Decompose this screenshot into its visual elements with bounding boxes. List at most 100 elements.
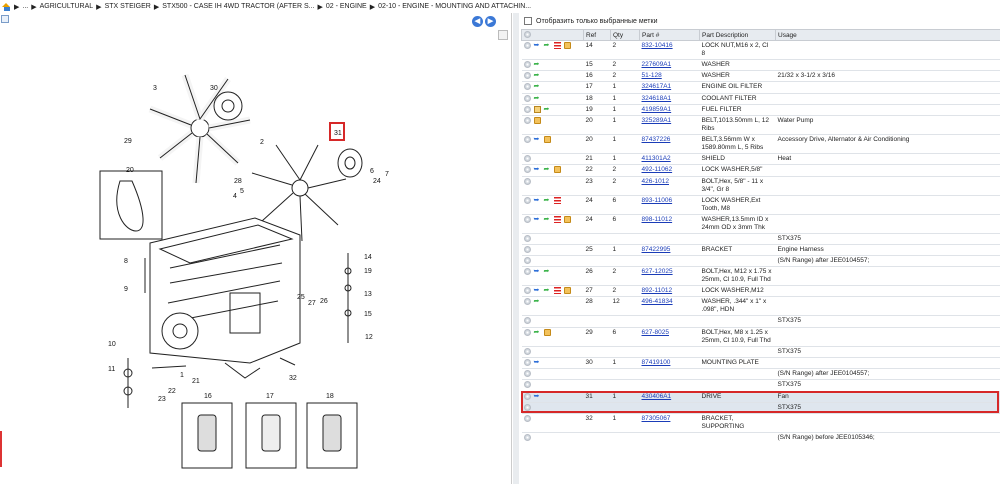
table-row[interactable]: ➥ ➦ 14 2 832-10416 LOCK NUT,M16 x 2, Cl 8 (521, 40, 1000, 60)
row-select-icon[interactable] (523, 94, 531, 102)
row-select-icon[interactable] (523, 245, 531, 253)
part-number-link[interactable]: 496-41834 (642, 298, 673, 305)
part-number-link[interactable]: 627-8025 (642, 329, 669, 336)
part-number-link[interactable]: 324617A1 (642, 83, 672, 90)
filter-checkbox[interactable] (524, 17, 532, 25)
table-row[interactable]: 25 1 87422995 BRACKET Engine Harness (521, 243, 1000, 256)
arrow-icon[interactable]: ➦ (544, 287, 551, 294)
arrow-icon[interactable]: ➦ (544, 166, 551, 173)
table-row[interactable]: ➦ 18 1 324618A1 COOLANT FILTER (521, 92, 1000, 105)
breadcrumb-item-model[interactable]: STX500 - CASE IH 4WD TRACTOR (AFTER S... (162, 3, 314, 10)
table-row[interactable]: 23 2 426-1012 BOLT,Hex, 5/8" - 11 x 3/4", G… (521, 175, 1000, 196)
part-number-link[interactable]: 87419100 (642, 359, 671, 366)
cart-icon[interactable]: ➥ (534, 166, 541, 173)
part-number-link[interactable]: 87422995 (642, 246, 671, 253)
row-select-icon[interactable] (523, 196, 531, 204)
row-select-icon[interactable] (523, 298, 531, 306)
breadcrumb-item[interactable]: ... (22, 3, 28, 10)
callout-31[interactable]: 31 (334, 130, 342, 137)
row-select-icon[interactable] (523, 177, 531, 185)
row-select-icon[interactable] (523, 317, 531, 325)
row-select-icon[interactable] (523, 136, 531, 144)
table-row[interactable]: ➥ 30 1 87419100 MOUNTING PLATE (521, 356, 1000, 369)
breadcrumb-item-engine[interactable]: 02 - ENGINE (326, 3, 367, 10)
table-row[interactable]: ➥ ➦ 24 6 893-11006 LOCK WASHER,Ext Tooth, M8 (521, 194, 1000, 215)
row-select-icon[interactable] (523, 61, 531, 68)
arrow-icon[interactable]: ➦ (544, 197, 551, 204)
col-usage[interactable]: Usage (775, 29, 1000, 41)
table-row[interactable]: 20 1 325289A1 BELT,1013.50mm L, 12 Ribs Wate… (521, 115, 1000, 135)
table-row[interactable]: ➦ 28 12 496-41834 WASHER, .344" x 1" x .098"… (521, 296, 1000, 316)
cart-icon[interactable]: ➥ (534, 136, 541, 143)
part-number-link[interactable]: 832-10416 (642, 42, 673, 49)
row-select-icon[interactable] (523, 268, 531, 276)
arrow-icon[interactable]: ➦ (544, 268, 551, 275)
row-select-icon[interactable] (523, 42, 531, 49)
package-icon[interactable] (533, 117, 541, 125)
part-number-link[interactable]: 892-11012 (642, 287, 673, 294)
row-select-icon[interactable] (523, 256, 531, 264)
arrow-icon[interactable]: ➦ (534, 95, 541, 102)
home-icon[interactable] (2, 2, 11, 11)
list-icon[interactable] (553, 287, 561, 295)
arrow-icon[interactable]: ➦ (544, 216, 551, 223)
part-number-link[interactable]: 87437226 (642, 136, 671, 143)
part-number-link[interactable]: 227609A1 (642, 61, 672, 68)
row-select-icon[interactable] (523, 358, 531, 366)
row-select-icon[interactable] (523, 117, 531, 125)
table-row[interactable]: STX375 (521, 345, 1000, 358)
table-row[interactable]: STX375 (521, 232, 1000, 245)
row-select-icon[interactable] (523, 414, 531, 422)
package-icon[interactable] (563, 215, 571, 223)
table-row[interactable]: ➥ ➦ 24 6 898-11012 WASHER,13.5mm ID x 24mm OD… (521, 213, 1000, 234)
package-icon[interactable] (553, 166, 561, 174)
list-icon[interactable] (553, 215, 561, 223)
table-row[interactable]: (S/N Range) after JEE0104557; (521, 368, 1000, 380)
arrow-icon[interactable]: ➦ (534, 83, 541, 90)
breadcrumb-item-section[interactable]: 02-10 - ENGINE - MOUNTING AND ATTACHIN..… (378, 3, 531, 10)
cart-icon[interactable]: ➥ (534, 197, 541, 204)
part-number-link[interactable]: 87305067 (642, 415, 671, 422)
part-number-link[interactable]: 898-11012 (642, 216, 673, 223)
table-row[interactable]: STX375 (521, 315, 1000, 328)
part-number-link[interactable]: 492-11062 (642, 166, 673, 173)
col-ref[interactable]: Ref (583, 29, 611, 41)
table-row[interactable]: ➥ ➦ 22 2 492-11062 LOCK WASHER,5/8" (521, 164, 1000, 177)
col-part[interactable]: Part # (639, 29, 700, 41)
package-icon[interactable] (563, 287, 571, 295)
breadcrumb-item-agricultural[interactable]: AGRICULTURAL (40, 3, 94, 10)
part-number-link[interactable]: 411301A2 (642, 155, 671, 162)
table-row[interactable]: 32 1 87305067 BRACKET, SUPPORTING (521, 412, 1000, 433)
row-select-icon[interactable] (523, 381, 531, 389)
table-row[interactable]: ➦ 17 1 324617A1 ENGINE OIL FILTER (521, 81, 1000, 94)
table-row[interactable]: ➥ ➦ 26 2 627-12025 BOLT,Hex, M12 x 1.75 x 25m… (521, 266, 1000, 286)
row-select-icon[interactable] (523, 287, 531, 295)
list-icon[interactable] (553, 196, 561, 204)
cart-icon[interactable]: ➥ (534, 359, 541, 366)
table-row[interactable]: ➦ 19 1 419859A1 FUEL FILTER (521, 103, 1000, 116)
table-row[interactable]: 21 1 411301A2 SHIELD Heat (521, 153, 1000, 165)
row-select-icon[interactable] (523, 370, 531, 378)
row-select-icon[interactable] (523, 234, 531, 242)
col-desc[interactable]: Part Description (699, 29, 776, 41)
row-select-icon[interactable] (523, 215, 531, 223)
col-qty[interactable]: Qty (610, 29, 640, 41)
part-number-link[interactable]: 419859A1 (642, 106, 672, 113)
package-icon[interactable] (543, 328, 551, 336)
table-row[interactable]: ➥ 20 1 87437226 BELT,3.56mm W x 1589.80mm L,… (521, 134, 1000, 154)
arrow-icon[interactable]: ➦ (534, 72, 541, 79)
table-row[interactable]: (S/N Range) before JEE0105346; (521, 431, 1000, 444)
row-select-icon[interactable] (523, 155, 531, 163)
table-row[interactable]: ➥ ➦ 27 2 892-11012 LOCK WASHER,M12 (521, 285, 1000, 297)
arrow-icon[interactable]: ➦ (534, 298, 541, 305)
table-row[interactable]: (S/N Range) after JEE0104557; (521, 254, 1000, 267)
arrow-icon[interactable]: ➦ (544, 42, 551, 49)
table-row[interactable]: ➦ 16 2 51-128 WASHER 21/32 x 3-1/2 x 3/16 (521, 70, 1000, 82)
part-number-link[interactable]: 324618A1 (642, 95, 672, 102)
row-select-icon[interactable] (523, 166, 531, 174)
cart-icon[interactable]: ➥ (534, 216, 541, 223)
arrow-icon[interactable]: ➦ (544, 106, 551, 113)
list-icon[interactable] (553, 42, 561, 49)
part-number-link[interactable]: 51-128 (642, 72, 662, 79)
package-icon[interactable] (543, 136, 551, 144)
